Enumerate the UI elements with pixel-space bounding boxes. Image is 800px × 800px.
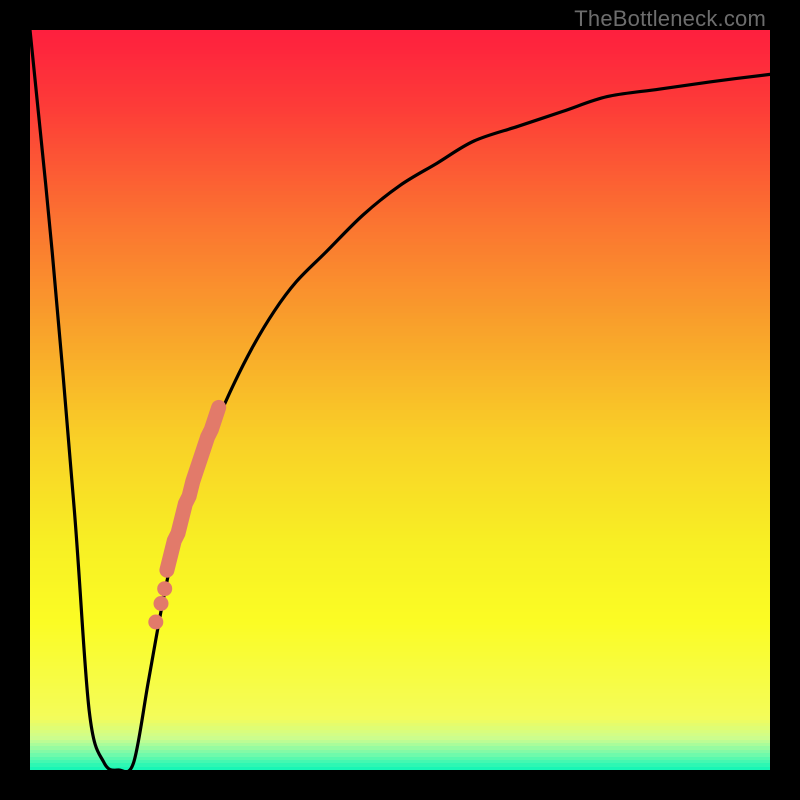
chart-svg (30, 30, 770, 770)
marker-dot (157, 581, 172, 596)
marker-dots (148, 581, 172, 629)
watermark-text: TheBottleneck.com (574, 6, 766, 32)
chart-frame: TheBottleneck.com (0, 0, 800, 800)
marker-dot (148, 615, 163, 630)
plot-area (30, 30, 770, 770)
marker-band (167, 407, 219, 570)
bottleneck-curve (30, 30, 770, 770)
marker-dot (154, 596, 169, 611)
